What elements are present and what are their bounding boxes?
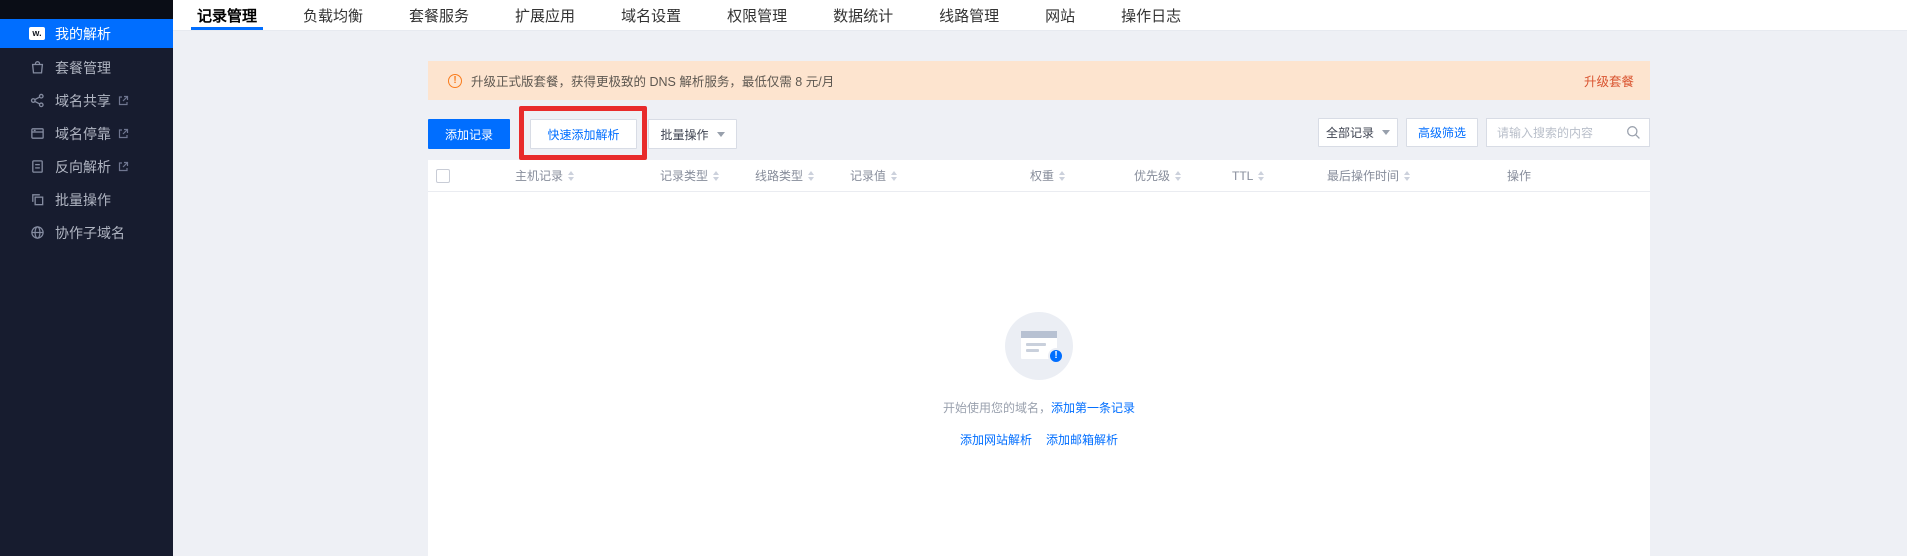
- record-filter-label: 全部记录: [1326, 124, 1374, 141]
- batch-operation-dropdown[interactable]: 批量操作: [648, 119, 737, 149]
- sidebar-item-my-dns[interactable]: w. 我的解析: [0, 19, 173, 48]
- empty-state-links: 添加网站解析添加邮箱解析: [428, 431, 1650, 448]
- upgrade-plan-link[interactable]: 升级套餐: [1584, 71, 1634, 90]
- add-first-record-link[interactable]: 添加第一条记录: [1051, 401, 1135, 415]
- batch-operation-label: 批量操作: [660, 126, 708, 143]
- sort-icon[interactable]: [1404, 171, 1410, 181]
- empty-state-text: 开始使用您的域名，添加第一条记录: [428, 399, 1650, 416]
- table-header-row: 主机记录 记录类型 线路类型 记录值 权重 优先级 TTL 最后操作时间 操作: [428, 160, 1650, 192]
- sidebar-menu: w. 我的解析套餐管理域名共享域名停靠反向解析批量操作协作子域名: [0, 19, 173, 249]
- tab-package-service[interactable]: 套餐服务: [409, 0, 469, 30]
- select-all-checkbox[interactable]: [436, 169, 450, 183]
- sidebar-item-label: 套餐管理: [55, 58, 111, 78]
- column-label: 线路类型: [755, 167, 803, 184]
- column-label: 主机记录: [515, 167, 563, 184]
- sidebar-item-label: 我的解析: [55, 24, 111, 44]
- quick-add-record-button[interactable]: 快速添加解析: [530, 119, 637, 149]
- window-icon: [29, 126, 45, 142]
- sidebar: w. 我的解析套餐管理域名共享域名停靠反向解析批量操作协作子域名: [0, 0, 173, 556]
- search-icon[interactable]: [1626, 125, 1641, 140]
- column-label: 最后操作时间: [1327, 167, 1399, 184]
- sidebar-item-package[interactable]: 套餐管理: [0, 51, 173, 84]
- add-website-record-link[interactable]: 添加网站解析: [960, 433, 1032, 447]
- sidebar-item-label: 协作子域名: [55, 223, 125, 243]
- sidebar-item-label: 域名共享: [55, 91, 111, 111]
- bag-icon: [29, 60, 45, 76]
- records-table: 主机记录 记录类型 线路类型 记录值 权重 优先级 TTL 最后操作时间 操作 ! 开始使用您的…: [428, 160, 1650, 556]
- column-header-line[interactable]: 线路类型: [755, 167, 850, 184]
- column-label: TTL: [1232, 169, 1253, 183]
- column-label: 优先级: [1134, 167, 1170, 184]
- warning-circle-icon: !: [448, 74, 462, 88]
- tab-statistics[interactable]: 数据统计: [833, 0, 893, 30]
- column-header-priority[interactable]: 优先级: [1134, 167, 1232, 184]
- column-label: 记录值: [850, 167, 886, 184]
- add-mail-record-link[interactable]: 添加邮箱解析: [1046, 433, 1118, 447]
- tab-lines[interactable]: 线路管理: [939, 0, 999, 30]
- sort-icon[interactable]: [568, 171, 574, 181]
- sidebar-top-strip: [0, 0, 173, 19]
- copy-icon: [29, 192, 45, 208]
- chevron-down-icon: [1382, 130, 1390, 135]
- external-link-icon: [118, 128, 129, 139]
- tab-records[interactable]: 记录管理: [197, 0, 257, 30]
- column-header-updated[interactable]: 最后操作时间: [1327, 167, 1507, 184]
- doc-icon: [29, 159, 45, 175]
- tab-bar: 记录管理 负载均衡 套餐服务 扩展应用 域名设置 权限管理 数据统计 线路管理 网站 操作日志: [173, 0, 1907, 31]
- tab-website[interactable]: 网站: [1045, 0, 1075, 30]
- sort-icon[interactable]: [713, 171, 719, 181]
- chevron-down-icon: [717, 132, 725, 137]
- search-input[interactable]: [1497, 126, 1626, 140]
- column-header-value[interactable]: 记录值: [850, 167, 1030, 184]
- column-label: 权重: [1030, 167, 1054, 184]
- record-filter-dropdown[interactable]: 全部记录: [1318, 118, 1398, 147]
- external-link-icon: [118, 95, 129, 106]
- sidebar-item-label: 域名停靠: [55, 124, 111, 144]
- dns-console-page: 记录管理 负载均衡 套餐服务 扩展应用 域名设置 权限管理 数据统计 线路管理 网站 操作日志 w…: [0, 0, 1907, 556]
- column-label: 记录类型: [660, 167, 708, 184]
- sidebar-item-reverse[interactable]: 反向解析: [0, 150, 173, 183]
- column-header-actions: 操作: [1507, 167, 1650, 184]
- globe-icon: [29, 225, 45, 241]
- table-header-checkbox-cell: [428, 169, 515, 183]
- column-header-host[interactable]: 主机记录: [515, 167, 660, 184]
- sort-icon[interactable]: [1059, 171, 1065, 181]
- column-label: 操作: [1507, 167, 1531, 184]
- my-dns-icon: w.: [29, 26, 45, 42]
- sort-icon[interactable]: [808, 171, 814, 181]
- external-link-icon: [118, 161, 129, 172]
- empty-state-icon: !: [1005, 312, 1073, 380]
- sidebar-item-label: 批量操作: [55, 190, 111, 210]
- tab-logs[interactable]: 操作日志: [1121, 0, 1181, 30]
- sidebar-item-subdomain[interactable]: 协作子域名: [0, 216, 173, 249]
- sidebar-item-batch[interactable]: 批量操作: [0, 183, 173, 216]
- empty-state-prefix: 开始使用您的域名，: [943, 401, 1051, 415]
- upgrade-banner: ! 升级正式版套餐，获得更极致的 DNS 解析服务，最低仅需 8 元/月 升级套…: [428, 61, 1650, 100]
- exclamation-badge-icon: !: [1048, 348, 1064, 364]
- sort-icon[interactable]: [1175, 171, 1181, 181]
- upgrade-banner-text: 升级正式版套餐，获得更极致的 DNS 解析服务，最低仅需 8 元/月: [471, 71, 834, 90]
- add-record-button[interactable]: 添加记录: [428, 119, 510, 149]
- tab-domain-settings[interactable]: 域名设置: [621, 0, 681, 30]
- tab-permissions[interactable]: 权限管理: [727, 0, 787, 30]
- column-header-ttl[interactable]: TTL: [1232, 169, 1327, 183]
- sidebar-item-share[interactable]: 域名共享: [0, 84, 173, 117]
- column-header-type[interactable]: 记录类型: [660, 167, 755, 184]
- sort-icon[interactable]: [891, 171, 897, 181]
- tab-load-balance[interactable]: 负载均衡: [303, 0, 363, 30]
- sidebar-item-parking[interactable]: 域名停靠: [0, 117, 173, 150]
- share-icon: [29, 93, 45, 109]
- document-icon: !: [1021, 331, 1057, 359]
- advanced-filter-button[interactable]: 高级筛选: [1406, 118, 1478, 147]
- search-box: [1486, 118, 1650, 147]
- tab-extensions[interactable]: 扩展应用: [515, 0, 575, 30]
- column-header-weight[interactable]: 权重: [1030, 167, 1134, 184]
- sort-icon[interactable]: [1258, 171, 1264, 181]
- sidebar-item-label: 反向解析: [55, 157, 111, 177]
